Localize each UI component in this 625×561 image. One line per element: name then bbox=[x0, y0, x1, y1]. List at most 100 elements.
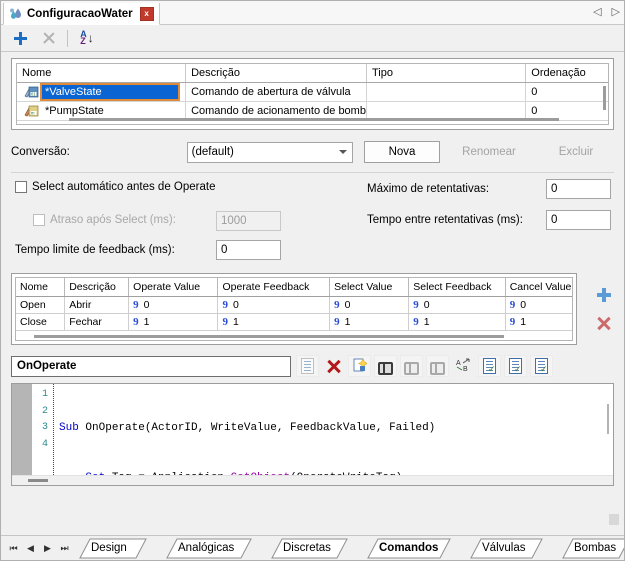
add-command-row-button[interactable] bbox=[592, 283, 616, 307]
numeric-type-icon: 9 bbox=[222, 299, 228, 311]
cell-descricao[interactable]: Fechar bbox=[65, 313, 129, 330]
sheet-tab-bombas[interactable]: Bombas bbox=[562, 538, 624, 558]
column-header-operate-feedback[interactable]: Operate Feedback bbox=[218, 278, 330, 296]
sheet-nav-next-icon[interactable]: ▶ bbox=[39, 539, 56, 557]
max-retries-input[interactable]: 0 bbox=[546, 179, 611, 199]
grid-vertical-scrollbar[interactable] bbox=[603, 86, 606, 110]
column-header-select-value[interactable]: Select Value bbox=[330, 278, 409, 296]
table-row[interactable]: Open Abrir 90 90 90 90 90 90 bbox=[16, 296, 573, 313]
numeric-type-icon: 9 bbox=[510, 316, 516, 328]
cell-select-value[interactable]: 91 bbox=[330, 313, 409, 330]
svg-text:m: m bbox=[31, 110, 35, 115]
sheet-tab-label: Bombas bbox=[562, 538, 624, 558]
cell-select-value[interactable]: 90 bbox=[330, 296, 409, 313]
resize-grip[interactable] bbox=[609, 514, 619, 525]
cell-nome[interactable]: Close bbox=[16, 313, 65, 330]
find-next-icon bbox=[430, 361, 445, 372]
document-tab-configuracaowater[interactable]: ConfiguracaoWater x bbox=[3, 3, 160, 25]
cell-cancel-value[interactable]: 91 bbox=[505, 313, 573, 330]
cell-operate-feedback[interactable]: 91 bbox=[218, 313, 330, 330]
sheet-nav-first-icon[interactable]: ⏮ bbox=[5, 539, 22, 557]
retry-interval-input[interactable]: 0 bbox=[546, 210, 611, 230]
cell-operate-value-text: 1 bbox=[144, 316, 150, 328]
sheet-tab-valvulas[interactable]: Válvulas bbox=[470, 538, 562, 558]
remove-command-row-button[interactable] bbox=[592, 311, 616, 335]
sheet-nav-buttons: ⏮ ◀ ▶ ⏭ bbox=[5, 539, 73, 557]
auto-select-row[interactable]: Select automático antes de Operate bbox=[15, 181, 215, 193]
cell-operate-feedback[interactable]: 90 bbox=[218, 296, 330, 313]
delete-script-button[interactable] bbox=[322, 355, 345, 377]
numeric-type-icon: 9 bbox=[133, 316, 139, 328]
check-syntax-button[interactable]: ✓ bbox=[478, 355, 501, 377]
close-x-icon bbox=[42, 32, 55, 45]
column-header-select-feedback[interactable]: Select Feedback bbox=[409, 278, 505, 296]
column-header-descricao[interactable]: Descrição bbox=[65, 278, 129, 296]
cell-ordenacao[interactable]: 0 bbox=[526, 83, 608, 102]
numeric-type-icon: 9 bbox=[222, 316, 228, 328]
editor-horizontal-thumb[interactable] bbox=[28, 479, 48, 482]
line-number: 3 bbox=[32, 420, 48, 437]
cell-operate-value[interactable]: 90 bbox=[129, 296, 218, 313]
commands-list-grid[interactable]: Nome Descrição Tipo Ordenação bbox=[16, 63, 609, 125]
table-row[interactable]: 01 *ValveState Comando de abertura de vá… bbox=[17, 83, 608, 102]
column-header-nome[interactable]: Nome bbox=[16, 278, 65, 296]
sheet-tab-label: Discretas bbox=[271, 538, 367, 558]
cell-select-feedback[interactable]: 90 bbox=[409, 296, 505, 313]
script-tool-buttons: A B ✓ ✓ ✓ bbox=[296, 355, 553, 377]
find-previous-button[interactable] bbox=[400, 355, 423, 377]
command-values-grid[interactable]: Nome Descrição Operate Value Operate Fee… bbox=[15, 277, 573, 341]
conversion-select[interactable]: (default) bbox=[187, 142, 353, 163]
wizard-button[interactable] bbox=[348, 355, 371, 377]
cell-nome[interactable]: 01 *ValveState bbox=[17, 83, 186, 102]
find-button[interactable] bbox=[374, 355, 397, 377]
grid-horizontal-scrollbar[interactable] bbox=[69, 118, 559, 121]
sheet-nav-prev-icon[interactable]: ◀ bbox=[22, 539, 39, 557]
retry-interval-label: Tempo entre retentativas (ms): bbox=[367, 214, 523, 226]
cell-descricao[interactable]: Comando de abertura de válvula bbox=[186, 83, 367, 102]
tab-scroll-right-icon[interactable]: ▷ bbox=[612, 5, 620, 19]
sheet-tab-design[interactable]: Design bbox=[79, 538, 166, 558]
insert-snippet-button[interactable] bbox=[296, 355, 319, 377]
compile-all-button[interactable]: ✓ bbox=[530, 355, 553, 377]
sheet-tab-discretas[interactable]: Discretas bbox=[271, 538, 367, 558]
cell-tipo[interactable] bbox=[366, 83, 525, 102]
column-header-tipo[interactable]: Tipo bbox=[366, 64, 525, 83]
feedback-timeout-input[interactable]: 0 bbox=[216, 240, 281, 260]
editor-code[interactable]: Sub OnOperate(ActorID, WriteValue, Feedb… bbox=[59, 387, 599, 486]
close-icon[interactable]: x bbox=[140, 7, 154, 21]
tab-scroll-left-icon[interactable]: ◁ bbox=[593, 5, 601, 19]
delay-after-select-input: 1000 bbox=[216, 211, 281, 231]
replace-button[interactable]: A B bbox=[452, 355, 475, 377]
sheet-nav-last-icon[interactable]: ⏭ bbox=[56, 539, 73, 557]
editor-vertical-scrollbar[interactable] bbox=[607, 404, 609, 434]
sheet-tab-comandos[interactable]: Comandos bbox=[367, 538, 470, 558]
auto-select-checkbox[interactable] bbox=[15, 181, 27, 193]
script-event-select[interactable]: OnOperate bbox=[11, 356, 291, 377]
compile-button[interactable]: ✓ bbox=[504, 355, 527, 377]
new-conversion-button[interactable]: Nova bbox=[364, 141, 440, 163]
column-header-operate-value[interactable]: Operate Value bbox=[129, 278, 218, 296]
plus-icon bbox=[597, 288, 611, 302]
delete-command-button[interactable] bbox=[37, 27, 59, 49]
column-header-ordenacao[interactable]: Ordenação bbox=[526, 64, 608, 83]
table-row[interactable]: Close Fechar 91 91 91 91 91 91 bbox=[16, 313, 573, 330]
script-editor[interactable]: 1 2 3 4 Sub OnOperate(ActorID, WriteValu… bbox=[11, 383, 614, 486]
column-header-descricao[interactable]: Descrição bbox=[186, 64, 367, 83]
column-header-nome[interactable]: Nome bbox=[17, 64, 186, 83]
column-header-cancel-value[interactable]: Cancel Value bbox=[505, 278, 573, 296]
cell-cancel-value-text: 0 bbox=[520, 299, 526, 311]
cell-operate-value[interactable]: 91 bbox=[129, 313, 218, 330]
cell-nome[interactable]: Open bbox=[16, 296, 65, 313]
insert-snippet-icon bbox=[301, 358, 314, 374]
sort-az-button[interactable]: A Z ↓ bbox=[76, 27, 98, 49]
sheet-tab-analogicas[interactable]: Analógicas bbox=[166, 538, 271, 558]
add-command-button[interactable] bbox=[9, 27, 31, 49]
command-grid-horizontal-scrollbar[interactable] bbox=[34, 335, 504, 338]
cell-descricao[interactable]: Abrir bbox=[65, 296, 129, 313]
conversion-row: Conversão: (default) Nova Renomear Exclu… bbox=[11, 141, 614, 163]
find-next-button[interactable] bbox=[426, 355, 449, 377]
cell-cancel-value[interactable]: 90 bbox=[505, 296, 573, 313]
cell-select-value-text: 1 bbox=[345, 316, 351, 328]
editor-horizontal-scrollbar[interactable] bbox=[12, 475, 613, 485]
cell-select-feedback[interactable]: 91 bbox=[409, 313, 505, 330]
